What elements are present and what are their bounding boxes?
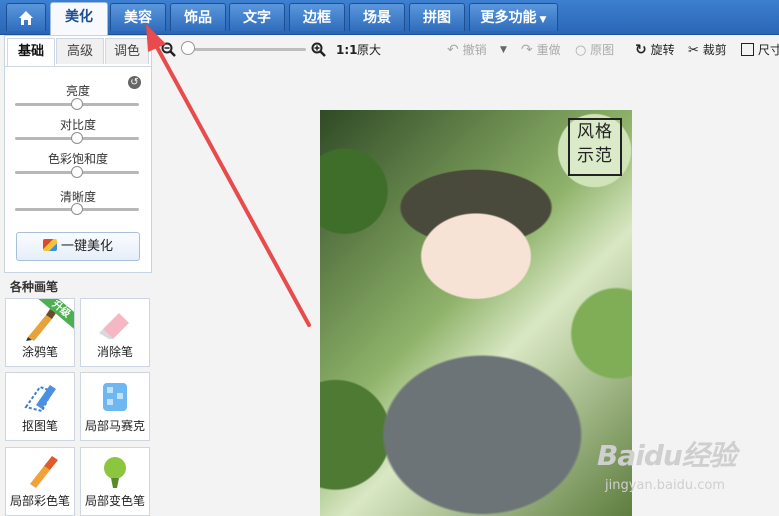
stamp-line-1: 风格 [577, 122, 613, 142]
panel-tab-divider [5, 66, 151, 67]
undo-icon: ↶ [447, 42, 459, 58]
redo-label: 重做 [536, 43, 561, 57]
local-recolor-brush-label: 局部变色笔 [84, 494, 145, 508]
undo-label: 撤销 [462, 43, 487, 57]
adjustment-panel: 基础 高级 调色 ↺ 亮度 对比度 色彩饱和度 清晰度 一键美化 [4, 35, 152, 273]
tab-advanced[interactable]: 高级 [56, 38, 104, 64]
redo-button[interactable]: ↷ 重做 [521, 42, 561, 58]
doodle-brush-label: 涂鸦笔 [21, 345, 58, 359]
zoom-out-icon [161, 42, 176, 57]
eraser-brush-label: 消除笔 [96, 345, 133, 359]
brightness-slider-knob[interactable] [71, 98, 83, 110]
resize-button[interactable]: 尺寸 [741, 42, 779, 58]
redo-icon: ↷ [521, 42, 533, 58]
ratio-button[interactable]: 1:1 [336, 42, 358, 58]
brightness-label: 亮度 [65, 84, 90, 98]
saturation-slider-knob[interactable] [71, 166, 83, 178]
watermark-url: jingyan.baidu.com [605, 478, 725, 493]
rotate-button[interactable]: ↻ 旋转 [635, 42, 675, 58]
saturation-label: 色彩饱和度 [47, 152, 108, 166]
watermark-title: Baidu经验 [597, 439, 737, 472]
tab-color-tone[interactable]: 调色 [105, 38, 149, 64]
tab-border[interactable]: 边框 [289, 3, 345, 31]
tab-more-features[interactable]: 更多功能 ▼ [469, 3, 558, 31]
local-color-brush-button[interactable]: 局部彩色笔 [5, 447, 75, 516]
zoom-slider-knob[interactable] [181, 41, 195, 55]
stamp-line-2: 示范 [577, 146, 613, 166]
image-toolbar: 1:1 原大 ↶ 撤销 ▼ ↷ 重做 ○ 原图 ↻ 旋转 ✂ 裁剪 尺寸 [155, 36, 779, 64]
edited-photo[interactable]: 风格 示范 [320, 110, 632, 516]
brushes-title: 各种画笔 [10, 280, 59, 294]
resize-label: 尺寸 [757, 43, 779, 57]
zoom-in-button[interactable] [311, 42, 326, 58]
auto-beautify-label: 一键美化 [60, 239, 113, 254]
tab-accessories[interactable]: 饰品 [170, 3, 226, 31]
zoom-out-button[interactable] [161, 42, 176, 58]
rotate-label: 旋转 [650, 43, 675, 57]
baidu-watermark: Baidu经验 jingyan.baidu.com [597, 434, 777, 494]
recolor-pen-icon [81, 452, 149, 490]
local-recolor-brush-button[interactable]: 局部变色笔 [80, 447, 150, 516]
cutout-brush-label: 抠图笔 [21, 419, 58, 433]
zoom-slider[interactable] [182, 48, 306, 51]
original-size-button[interactable]: 原大 [357, 42, 381, 58]
style-demo-stamp: 风格 示范 [568, 118, 622, 176]
cutout-pen-icon [6, 377, 74, 415]
tab-makeup[interactable]: 美容 [110, 3, 166, 31]
contrast-slider-knob[interactable] [71, 132, 83, 144]
contrast-label: 对比度 [59, 118, 96, 132]
chevron-down-icon: ▼ [539, 15, 547, 25]
auto-beautify-button[interactable]: 一键美化 [16, 232, 140, 261]
original-image-button[interactable]: ○ 原图 [575, 42, 614, 58]
eraser-icon [81, 303, 149, 341]
magic-wand-icon [42, 239, 57, 251]
zoom-in-icon [311, 42, 326, 57]
home-tab[interactable] [6, 3, 46, 31]
doodle-brush-button[interactable]: 升级 涂鸦笔 [5, 298, 75, 367]
circle-icon: ○ [575, 43, 587, 58]
undo-dropdown[interactable]: ▼ [500, 42, 507, 58]
eraser-brush-button[interactable]: 消除笔 [80, 298, 150, 367]
mosaic-icon [81, 377, 149, 415]
local-color-brush-label: 局部彩色笔 [9, 494, 70, 508]
top-nav-bar: 美化 美容 饰品 文字 边框 场景 拼图 更多功能 ▼ [0, 0, 779, 35]
tab-scene[interactable]: 场景 [349, 3, 405, 31]
sharpness-slider-knob[interactable] [71, 203, 83, 215]
tab-beautify[interactable]: 美化 [50, 2, 108, 35]
original-image-label: 原图 [590, 43, 615, 57]
home-icon [19, 11, 33, 25]
mosaic-brush-button[interactable]: 局部马赛克 [80, 372, 150, 441]
resize-icon [741, 43, 754, 56]
tab-basic[interactable]: 基础 [7, 38, 55, 66]
rotate-icon: ↻ [635, 42, 647, 58]
crop-button[interactable]: ✂ 裁剪 [688, 42, 727, 58]
undo-button[interactable]: ↶ 撤销 [447, 42, 487, 58]
mosaic-brush-label: 局部马赛克 [84, 419, 145, 433]
tab-collage[interactable]: 拼图 [409, 3, 465, 31]
tab-text[interactable]: 文字 [229, 3, 285, 31]
cutout-brush-button[interactable]: 抠图笔 [5, 372, 75, 441]
crop-label: 裁剪 [702, 43, 727, 57]
color-brush-icon [6, 452, 74, 490]
scissors-icon: ✂ [688, 43, 699, 58]
